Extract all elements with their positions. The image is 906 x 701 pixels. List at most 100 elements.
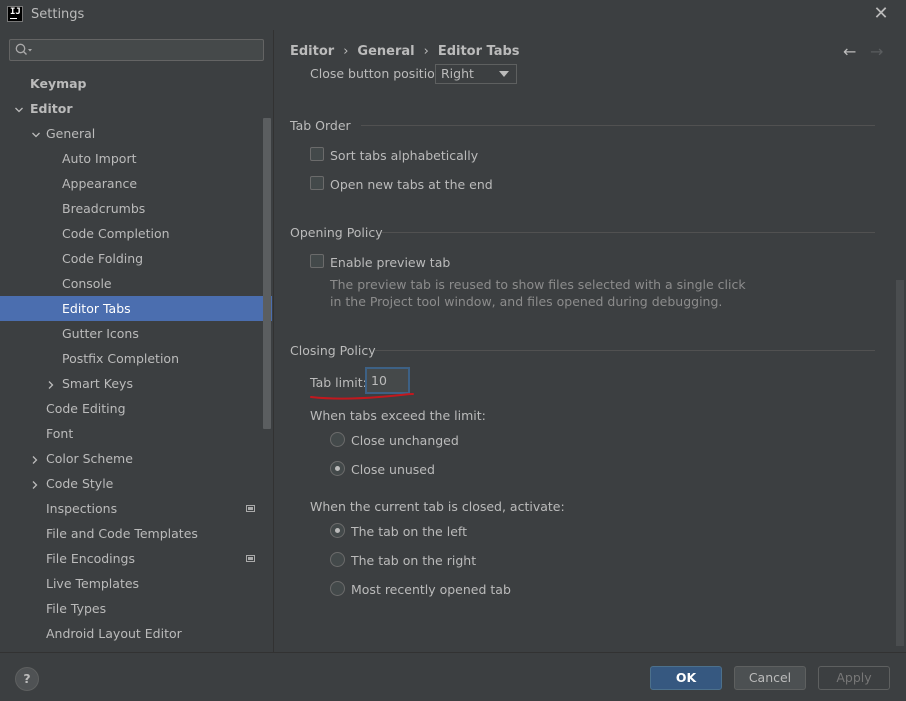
- back-arrow-icon[interactable]: ←: [843, 42, 856, 61]
- settings-tree: Keymap Editor General Auto Import Appear…: [0, 30, 273, 652]
- tree-item-label: Editor Tabs: [62, 301, 131, 316]
- tree-item-inspections[interactable]: Inspections: [0, 496, 262, 521]
- open-at-end-checkbox[interactable]: [310, 176, 324, 190]
- close-unchanged-label[interactable]: Close unchanged: [351, 433, 459, 448]
- tree-item-label: Smart Keys: [62, 376, 133, 391]
- forward-arrow-icon[interactable]: →: [870, 42, 883, 61]
- chevron-down-icon[interactable]: [13, 96, 25, 121]
- select-value: Right: [441, 66, 474, 81]
- tab-on-right-label[interactable]: The tab on the right: [351, 553, 476, 568]
- tree-item-label: Android Layout Editor: [46, 626, 182, 641]
- tab-on-right-radio[interactable]: [330, 552, 345, 567]
- tree-item-android-layout-editor[interactable]: Android Layout Editor: [0, 621, 262, 646]
- section-title-opening-policy: Opening Policy: [290, 225, 383, 240]
- search-icon: [15, 43, 32, 55]
- tree-item-code-style[interactable]: Code Style: [0, 471, 262, 496]
- close-unchanged-radio[interactable]: [330, 432, 345, 447]
- tab-on-left-radio[interactable]: [330, 523, 345, 538]
- tree-item-gutter-icons[interactable]: Gutter Icons: [0, 321, 262, 346]
- tree-item-breadcrumbs[interactable]: Breadcrumbs: [0, 196, 262, 221]
- ok-button[interactable]: OK: [650, 666, 722, 690]
- dialog-footer: ? OK Cancel Apply: [0, 652, 906, 701]
- tab-on-left-label[interactable]: The tab on the left: [351, 524, 467, 539]
- tree-item-font[interactable]: Font: [0, 421, 262, 446]
- tree-item-editor[interactable]: Editor: [0, 96, 262, 121]
- tree-item-label: Gutter Icons: [62, 326, 139, 341]
- close-unused-radio[interactable]: [330, 461, 345, 476]
- tree-item-file-and-code-templates[interactable]: File and Code Templates: [0, 521, 262, 546]
- tree-item-editor-tabs[interactable]: Editor Tabs: [0, 296, 272, 321]
- section-title-tab-order: Tab Order: [290, 118, 351, 133]
- enable-preview-label[interactable]: Enable preview tab: [330, 255, 450, 270]
- app-icon-letters: IJ: [10, 7, 21, 17]
- exceed-limit-label: When tabs exceed the limit:: [310, 408, 486, 423]
- content-scrollbar[interactable]: [896, 280, 904, 646]
- tree-item-auto-import[interactable]: Auto Import: [0, 146, 262, 171]
- section-separator: [375, 350, 875, 351]
- sort-alphabetically-checkbox[interactable]: [310, 147, 324, 161]
- breadcrumb-item-editor-tabs: Editor Tabs: [437, 44, 520, 59]
- close-window-icon[interactable]: ✕: [869, 3, 893, 25]
- tree-item-label: Code Style: [46, 476, 114, 491]
- tree-item-label: Postfix Completion: [62, 351, 179, 366]
- chevron-down-icon[interactable]: [30, 121, 42, 146]
- sidebar-scrollbar[interactable]: [263, 118, 271, 429]
- tree-item-label: Code Folding: [62, 251, 144, 266]
- close-button-position-label: Close button position:: [310, 66, 447, 81]
- section-separator: [382, 232, 875, 233]
- tree-item-code-folding[interactable]: Code Folding: [0, 246, 262, 271]
- settings-content: Editor › General › Editor Tabs ← → Close but…: [274, 30, 906, 652]
- preview-description-line1: The preview tab is reused to show files …: [330, 277, 746, 292]
- red-underline-annotation: [310, 393, 414, 400]
- tab-limit-field[interactable]: [365, 367, 410, 394]
- tree-item-color-scheme[interactable]: Color Scheme: [0, 446, 262, 471]
- tree-item-file-types[interactable]: File Types: [0, 596, 262, 621]
- close-unused-label[interactable]: Close unused: [351, 462, 435, 477]
- tree-item-smart-keys[interactable]: Smart Keys: [0, 371, 262, 396]
- chevron-right-icon[interactable]: [29, 471, 41, 496]
- tree-item-label: Editor: [30, 101, 73, 116]
- tree-item-label: File Types: [46, 601, 107, 616]
- tree-item-label: Font: [46, 426, 74, 441]
- tree-item-label: File and Code Templates: [46, 526, 198, 541]
- chevron-right-icon[interactable]: [29, 446, 41, 471]
- tab-limit-label: Tab limit:: [310, 375, 367, 390]
- tree-item-code-completion[interactable]: Code Completion: [0, 221, 262, 246]
- tree-item-postfix-completion[interactable]: Postfix Completion: [0, 346, 262, 371]
- sort-alphabetically-label[interactable]: Sort tabs alphabetically: [330, 148, 478, 163]
- tree-item-file-encodings[interactable]: File Encodings: [0, 546, 262, 571]
- breadcrumb-item-general[interactable]: General: [357, 44, 414, 59]
- section-separator: [361, 125, 875, 126]
- tree-item-live-templates[interactable]: Live Templates: [0, 571, 262, 596]
- cancel-button[interactable]: Cancel: [734, 666, 806, 690]
- window-title: Settings: [31, 7, 85, 22]
- activate-on-close-label: When the current tab is closed, activate…: [310, 499, 565, 514]
- tree-item-general[interactable]: General: [0, 121, 262, 146]
- close-button-position-select[interactable]: Right: [435, 64, 517, 84]
- tree-item-label: Live Templates: [46, 576, 140, 591]
- tree-item-label: General: [46, 126, 96, 141]
- project-level-icon: [246, 555, 255, 562]
- tree-item-console[interactable]: Console: [0, 271, 262, 296]
- section-title-closing-policy: Closing Policy: [290, 343, 376, 358]
- apply-button[interactable]: Apply: [818, 666, 890, 690]
- tab-limit-input[interactable]: [371, 371, 406, 389]
- title-bar: IJ Settings ✕: [0, 0, 906, 30]
- dropdown-arrow-icon: [499, 71, 509, 77]
- search-field[interactable]: [9, 39, 264, 61]
- chevron-right-icon[interactable]: [45, 371, 57, 396]
- breadcrumb-separator: ›: [423, 44, 429, 59]
- tree-item-label: Console: [62, 276, 112, 291]
- tree-item-appearance[interactable]: Appearance: [0, 171, 262, 196]
- enable-preview-checkbox[interactable]: [310, 254, 324, 268]
- tree-item-keymap[interactable]: Keymap: [0, 71, 262, 96]
- help-button[interactable]: ?: [15, 667, 39, 691]
- preview-description-line2: in the Project tool window, and files op…: [330, 294, 723, 309]
- open-at-end-label[interactable]: Open new tabs at the end: [330, 177, 493, 192]
- most-recent-tab-label[interactable]: Most recently opened tab: [351, 582, 511, 597]
- most-recent-tab-radio[interactable]: [330, 581, 345, 596]
- tree-item-label: Inspections: [46, 501, 118, 516]
- tree-item-label: Code Completion: [62, 226, 170, 241]
- breadcrumb-item-editor[interactable]: Editor: [290, 44, 334, 59]
- tree-item-code-editing[interactable]: Code Editing: [0, 396, 262, 421]
